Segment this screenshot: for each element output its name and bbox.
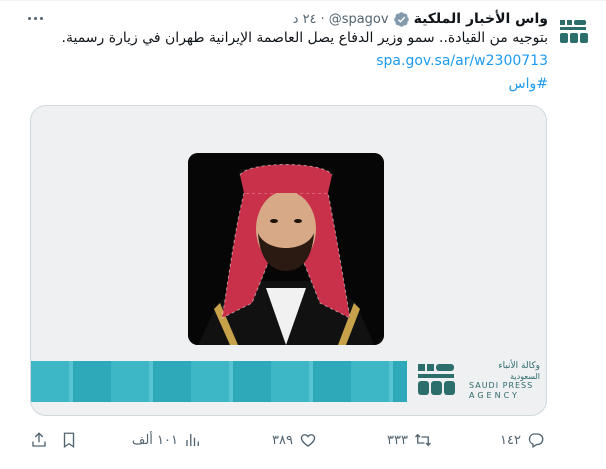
view-count: ١٠١ ألف — [131, 432, 178, 448]
tweet-image[interactable]: وكالة الأنباء السعودية SAUDI PRESS AGENC… — [30, 105, 547, 416]
handle[interactable]: @spagov — [329, 12, 389, 27]
verified-badge-icon[interactable] — [393, 11, 410, 28]
tweet-card[interactable]: واس الأخبار الملكية @spagov · ٢٤ د بتوجي… — [0, 0, 606, 469]
logo-arabic-line2: السعودية — [510, 372, 540, 381]
share-button[interactable] — [30, 429, 48, 451]
views-button[interactable]: ١٠١ ألف — [132, 429, 202, 451]
spa-banner-strip — [31, 361, 407, 402]
spa-logo-icon — [418, 364, 455, 395]
logo-english-line2: AGENCY — [469, 391, 520, 400]
spa-banner-logo: وكالة الأنباء السعودية SAUDI PRESS AGENC… — [411, 358, 546, 404]
tweet-text: بتوجيه من القيادة.. سمو وزير الدفاع يصل … — [61, 30, 548, 46]
display-name[interactable]: واس الأخبار الملكية — [414, 11, 548, 27]
bookmark-icon — [63, 432, 75, 449]
spa-logo-icon — [560, 20, 588, 43]
retweet-button[interactable]: ٣٣٣ — [387, 429, 432, 451]
separator-dot: · — [320, 11, 325, 27]
hashtag-link[interactable]: #واس — [509, 76, 548, 92]
logo-arabic-line1: وكالة الأنباء — [498, 361, 540, 371]
retweet-count: ٣٣٣ — [387, 432, 408, 448]
tweet-header: واس الأخبار الملكية @spagov · ٢٤ د — [293, 9, 548, 29]
heart-icon — [300, 434, 316, 447]
logo-english-line1: SAUDI PRESS — [469, 381, 534, 390]
more-options-icon[interactable] — [28, 11, 50, 25]
portrait-photo — [188, 153, 384, 345]
bookmark-button[interactable] — [60, 429, 78, 451]
views-chart-icon — [186, 434, 199, 446]
reply-button[interactable]: ١٤٢ — [500, 429, 545, 451]
timestamp[interactable]: ٢٤ د — [293, 12, 317, 27]
like-count: ٣٨٩ — [272, 432, 293, 448]
reply-icon — [528, 433, 544, 448]
share-icon — [32, 432, 46, 447]
like-button[interactable]: ٣٨٩ — [272, 429, 317, 451]
retweet-icon — [415, 433, 431, 447]
reply-count: ١٤٢ — [500, 432, 521, 448]
tweet-link[interactable]: spa.gov.sa/ar/w2300713 — [376, 53, 548, 69]
avatar[interactable] — [558, 15, 592, 49]
tweet-actions: ١٤٢ ٣٣٣ ٣٨٩ ١٠١ ألف — [30, 429, 547, 451]
